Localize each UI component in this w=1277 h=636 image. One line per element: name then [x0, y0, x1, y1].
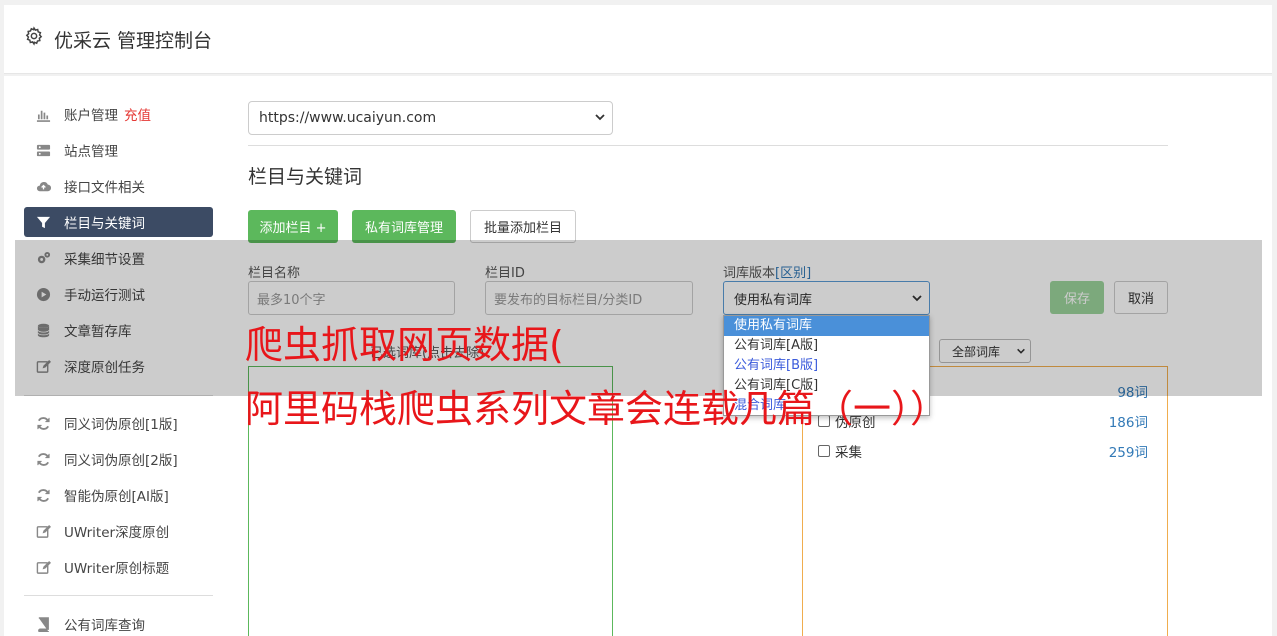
dropdown-option[interactable]: 公有词库[A版] [724, 336, 929, 356]
lib-count: 259词 [1108, 445, 1148, 461]
sidebar-item-label: UWriter原创标题 [64, 561, 170, 577]
sidebar-item-label: UWriter深度原创 [64, 525, 170, 541]
sidebar-item-label: 接口文件相关 [64, 180, 145, 196]
divider [248, 145, 1168, 146]
server-icon [36, 144, 51, 156]
sidebar-item-label: 栏目与关键词 [64, 216, 145, 232]
sidebar-item-label: 同义词伪原创[1版] [64, 417, 178, 433]
private-lib-button[interactable]: 私有词库管理 [352, 210, 456, 243]
bar-chart-icon [36, 110, 51, 122]
lib-count: 186词 [1108, 415, 1148, 431]
site-select-value: https://www.ucaiyun.com [259, 110, 437, 126]
book-icon [38, 616, 49, 632]
dropdown-option[interactable]: 公有词库[B版] [724, 356, 929, 376]
lib-name: 采集 [835, 445, 862, 461]
sidebar-item-api-files[interactable]: 接口文件相关 [24, 171, 213, 201]
page-title: 优采云 管理控制台 [54, 30, 213, 52]
cloud-upload-icon [37, 181, 51, 191]
section-title: 栏目与关键词 [248, 166, 363, 188]
refresh-icon [37, 416, 50, 430]
sidebar-item-synonym-v2[interactable]: 同义词伪原创[2版] [24, 444, 213, 474]
filter-icon [36, 216, 51, 228]
top-bar: 优采云 管理控制台 [4, 5, 1272, 74]
edit-icon [36, 524, 51, 538]
refresh-icon [37, 488, 50, 502]
sidebar-item-account[interactable]: 账户管理 充值 [24, 99, 213, 129]
dropdown-option[interactable]: 使用私有词库 [724, 316, 929, 336]
sidebar-item-columns-keywords[interactable]: 栏目与关键词 [24, 207, 213, 237]
headline-line-2: 阿里码栈爬虫系列文章会连载几篇（一）） [245, 387, 949, 431]
sidebar-item-sites[interactable]: 站点管理 [24, 135, 213, 165]
checkbox[interactable] [818, 445, 830, 457]
edit-icon [36, 560, 51, 574]
sidebar-item-uwriter-deep[interactable]: UWriter深度原创 [24, 516, 213, 546]
refresh-icon [37, 452, 50, 466]
recharge-link[interactable]: 充值 [124, 104, 151, 124]
overlay-band [15, 240, 1262, 396]
sidebar-item-label: 站点管理 [64, 144, 118, 160]
gear-icon [25, 26, 43, 46]
lib-list-item[interactable]: 采集 259词 [818, 441, 1150, 461]
chevron-down-icon [595, 114, 605, 121]
sidebar-item-label: 智能伪原创[AI版] [64, 489, 169, 505]
sidebar-item-label: 同义词伪原创[2版] [64, 453, 178, 469]
headline-line-1: 爬虫抓取网页数据( [245, 323, 564, 367]
sidebar-item-label: 账户管理 [64, 108, 118, 124]
add-column-button[interactable]: 添加栏目 + [248, 210, 338, 243]
batch-add-button[interactable]: 批量添加栏目 [470, 210, 576, 243]
sidebar-item-synonym-v1[interactable]: 同义词伪原创[1版] [24, 408, 213, 438]
sidebar-item-label: 公有词库查询 [64, 618, 145, 634]
sidebar-item-ai-rewrite[interactable]: 智能伪原创[AI版] [24, 480, 213, 510]
sidebar-item-public-lib[interactable]: 公有词库查询 [24, 609, 213, 636]
sidebar-divider [24, 595, 213, 596]
sidebar-item-uwriter-title[interactable]: UWriter原创标题 [24, 552, 213, 582]
site-select[interactable]: https://www.ucaiyun.com [248, 101, 613, 135]
